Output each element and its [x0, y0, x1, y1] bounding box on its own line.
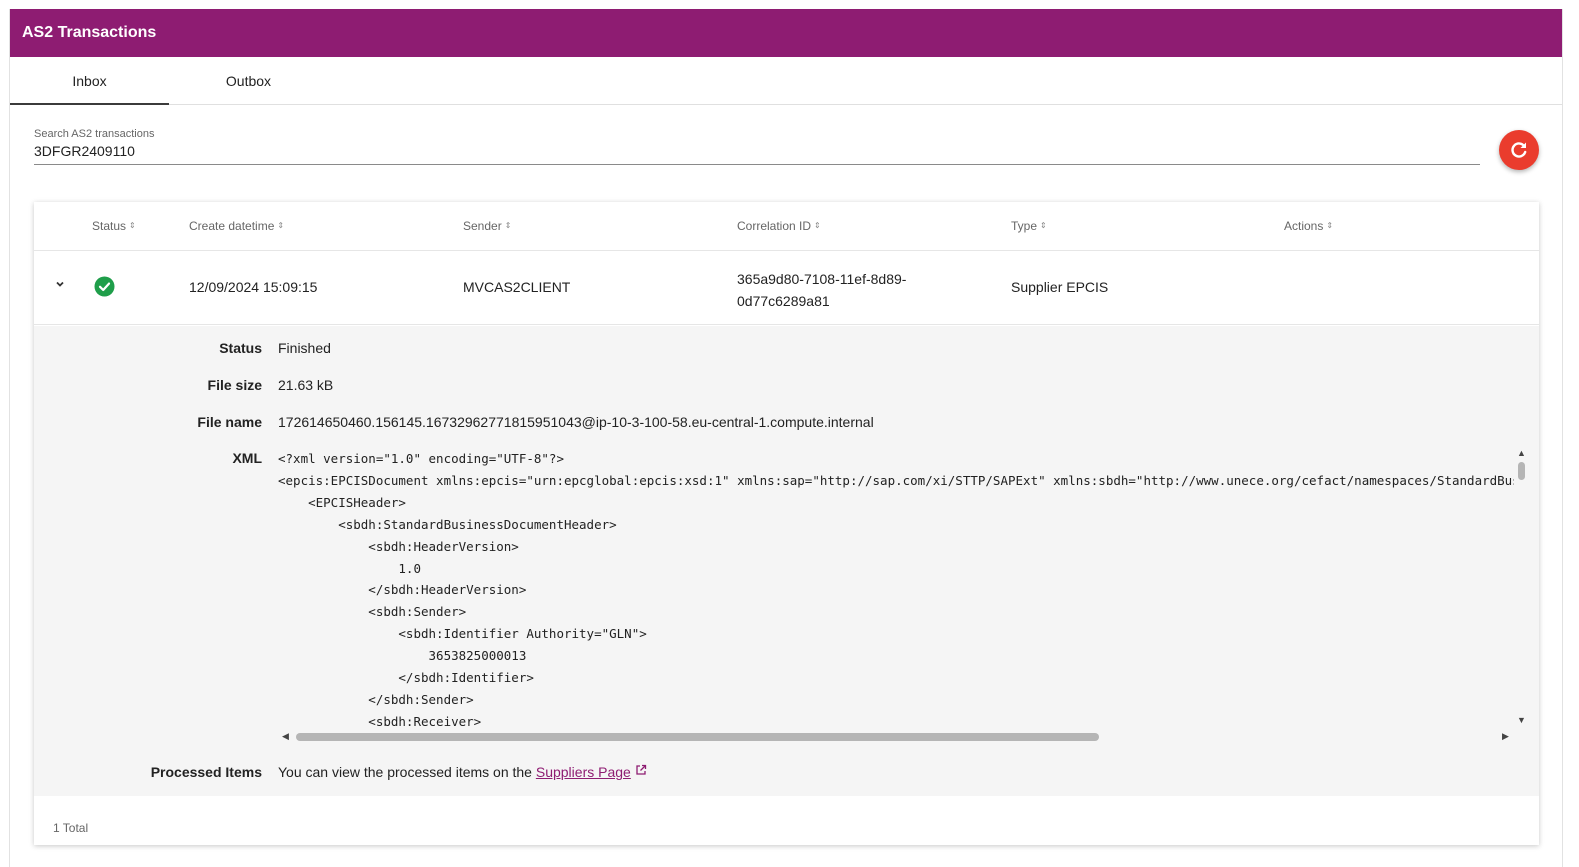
tab-bar: Inbox Outbox: [10, 57, 1562, 105]
correlation-id-line: 365a9d80-7108-11ef-8d89-: [737, 271, 907, 287]
sort-icon: ⇕: [1326, 221, 1334, 230]
scroll-right-icon[interactable]: ▶: [1502, 731, 1509, 742]
file-name-value: 172614650460.156145.16732962771815951043…: [278, 414, 874, 430]
total-count: 1 Total: [53, 821, 89, 835]
create-datetime: 12/09/2024 15:09:15: [189, 279, 318, 295]
app-frame: AS2 Transactions Inbox Outbox Search AS2…: [9, 9, 1563, 867]
scrollbar-thumb[interactable]: [296, 733, 1099, 741]
table-row[interactable]: 12/09/2024 15:09:15 MVCAS2CLIENT 365a9d8…: [34, 251, 1539, 325]
status-badge: [94, 276, 115, 300]
file-size-label: File size: [207, 377, 262, 393]
xml-viewer[interactable]: <?xml version="1.0" encoding="UTF-8"?> <…: [278, 448, 1529, 745]
row-details: Status Finished File size 21.63 kB File …: [34, 326, 1539, 796]
column-label: Status: [92, 219, 127, 233]
column-status[interactable]: Status ⇕: [92, 219, 136, 233]
column-type[interactable]: Type ⇕: [1011, 219, 1047, 233]
sort-icon: ⇕: [277, 221, 285, 230]
chevron-down-icon: [56, 281, 64, 287]
sort-icon: ⇕: [1040, 221, 1047, 230]
link-label: Suppliers Page: [535, 764, 631, 780]
suppliers-page-link[interactable]: Suppliers Page: [536, 764, 631, 780]
column-label: Sender: [463, 219, 502, 233]
vertical-scrollbar[interactable]: ▲ ▼: [1514, 448, 1529, 727]
scroll-up-icon[interactable]: ▲: [1517, 448, 1526, 458]
file-size-value: 21.63 kB: [278, 377, 334, 393]
correlation-id: 365a9d80-7108-11ef-8d89- 0d77c6289a81: [737, 268, 906, 312]
tab-inbox[interactable]: Inbox: [10, 57, 169, 105]
sort-icon: ⇕: [129, 221, 136, 230]
scroll-left-icon[interactable]: ◀: [282, 731, 289, 742]
search-input[interactable]: [34, 140, 1480, 165]
horizontal-scrollbar[interactable]: ◀ ▶: [278, 728, 1529, 745]
column-label: Actions: [1284, 219, 1324, 233]
processed-items-text: You can view the processed items on the: [278, 764, 532, 780]
check-circle-icon: [94, 276, 115, 297]
scroll-down-icon[interactable]: ▼: [1517, 715, 1526, 725]
status-value: Finished: [278, 340, 331, 356]
xml-label: XML: [232, 450, 262, 466]
processed-items-label: Processed Items: [150, 764, 262, 780]
correlation-id-line: 0d77c6289a81: [737, 293, 830, 309]
refresh-icon: [1511, 142, 1527, 158]
column-actions[interactable]: Actions ⇕: [1284, 219, 1333, 233]
search-field: Search AS2 transactions: [34, 128, 1480, 165]
tab-outbox[interactable]: Outbox: [169, 57, 328, 104]
column-create-datetime[interactable]: Create datetime ⇕: [189, 219, 284, 233]
file-name-label: File name: [197, 414, 262, 430]
column-label: Correlation ID: [737, 219, 812, 233]
refresh-button[interactable]: [1499, 130, 1539, 170]
xml-content: <?xml version="1.0" encoding="UTF-8"?> <…: [278, 451, 1514, 727]
sort-icon: ⇕: [814, 221, 821, 230]
processed-items-value: You can view the processed items on the …: [278, 764, 647, 780]
column-correlation-id[interactable]: Correlation ID ⇕: [737, 219, 821, 233]
transactions-table: Status ⇕ Create datetime ⇕ Sender ⇕ Correla…: [34, 202, 1539, 845]
expand-toggle[interactable]: [54, 277, 66, 293]
column-sender[interactable]: Sender ⇕: [463, 219, 511, 233]
status-label: Status: [219, 340, 262, 356]
external-link-icon[interactable]: [635, 764, 647, 776]
app-title: AS2 Transactions: [10, 9, 1562, 57]
type: Supplier EPCIS: [1011, 279, 1109, 295]
table-header: Status ⇕ Create datetime ⇕ Sender ⇕ Correla…: [34, 202, 1539, 251]
column-label: Create datetime: [189, 219, 275, 233]
search-label: Search AS2 transactions: [34, 128, 155, 140]
column-label: Type: [1011, 219, 1038, 233]
sender: MVCAS2CLIENT: [463, 279, 571, 295]
scrollbar-thumb[interactable]: [1518, 462, 1525, 480]
sort-icon: ⇕: [504, 221, 512, 230]
